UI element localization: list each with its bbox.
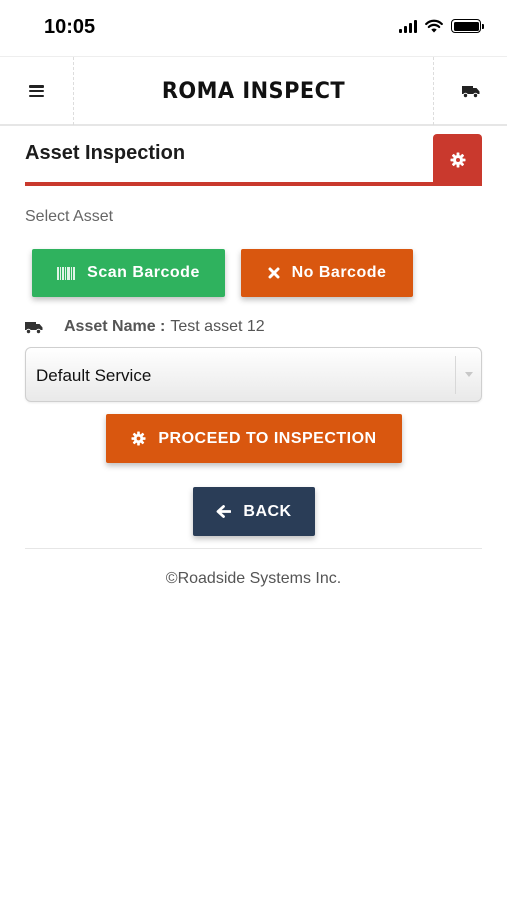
close-icon: [268, 267, 280, 279]
scan-barcode-button[interactable]: Scan Barcode: [32, 249, 225, 297]
battery-icon: [451, 19, 484, 33]
service-select-value: Default Service: [36, 366, 152, 385]
service-select[interactable]: Default Service: [25, 347, 482, 402]
app-header: ROMA INSPECT: [0, 56, 507, 126]
asset-name-value: Test asset 12: [170, 318, 265, 335]
no-barcode-label: No Barcode: [291, 264, 387, 281]
asset-name-label: Asset Name :: [64, 318, 166, 335]
page-title: Asset Inspection: [25, 142, 186, 164]
gear-icon: [450, 152, 465, 168]
truck-button[interactable]: [433, 57, 507, 125]
barcode-icon: [57, 266, 76, 280]
footer-copyright: ©Roadside Systems Inc.: [165, 570, 342, 587]
chevron-down-icon: [455, 356, 481, 394]
proceed-label: PROCEED TO INSPECTION: [158, 429, 377, 447]
scan-barcode-label: Scan Barcode: [87, 264, 200, 281]
settings-button[interactable]: [433, 134, 482, 186]
proceed-to-inspection-button[interactable]: PROCEED TO INSPECTION: [106, 414, 402, 463]
no-barcode-button[interactable]: No Barcode: [241, 249, 413, 297]
wifi-icon: [425, 19, 443, 33]
app-logo: ROMA INSPECT: [161, 78, 346, 104]
select-asset-label: Select Asset: [25, 208, 114, 225]
status-icons: [399, 19, 484, 33]
asset-name-row: Asset Name : Test asset 12: [25, 318, 265, 336]
status-bar: 10:05: [0, 0, 507, 56]
arrow-left-icon: [216, 505, 232, 518]
back-button[interactable]: BACK: [193, 487, 315, 536]
back-label: BACK: [243, 502, 292, 520]
title-row: Asset Inspection: [25, 134, 482, 186]
truck-icon: [461, 85, 479, 98]
status-time: 10:05: [44, 16, 96, 38]
signal-icon: [399, 19, 417, 33]
gear-icon: [131, 431, 146, 446]
footer-divider: [25, 548, 482, 549]
menu-button[interactable]: [0, 57, 74, 125]
truck-icon: [25, 321, 43, 334]
hamburger-icon: [29, 85, 44, 97]
